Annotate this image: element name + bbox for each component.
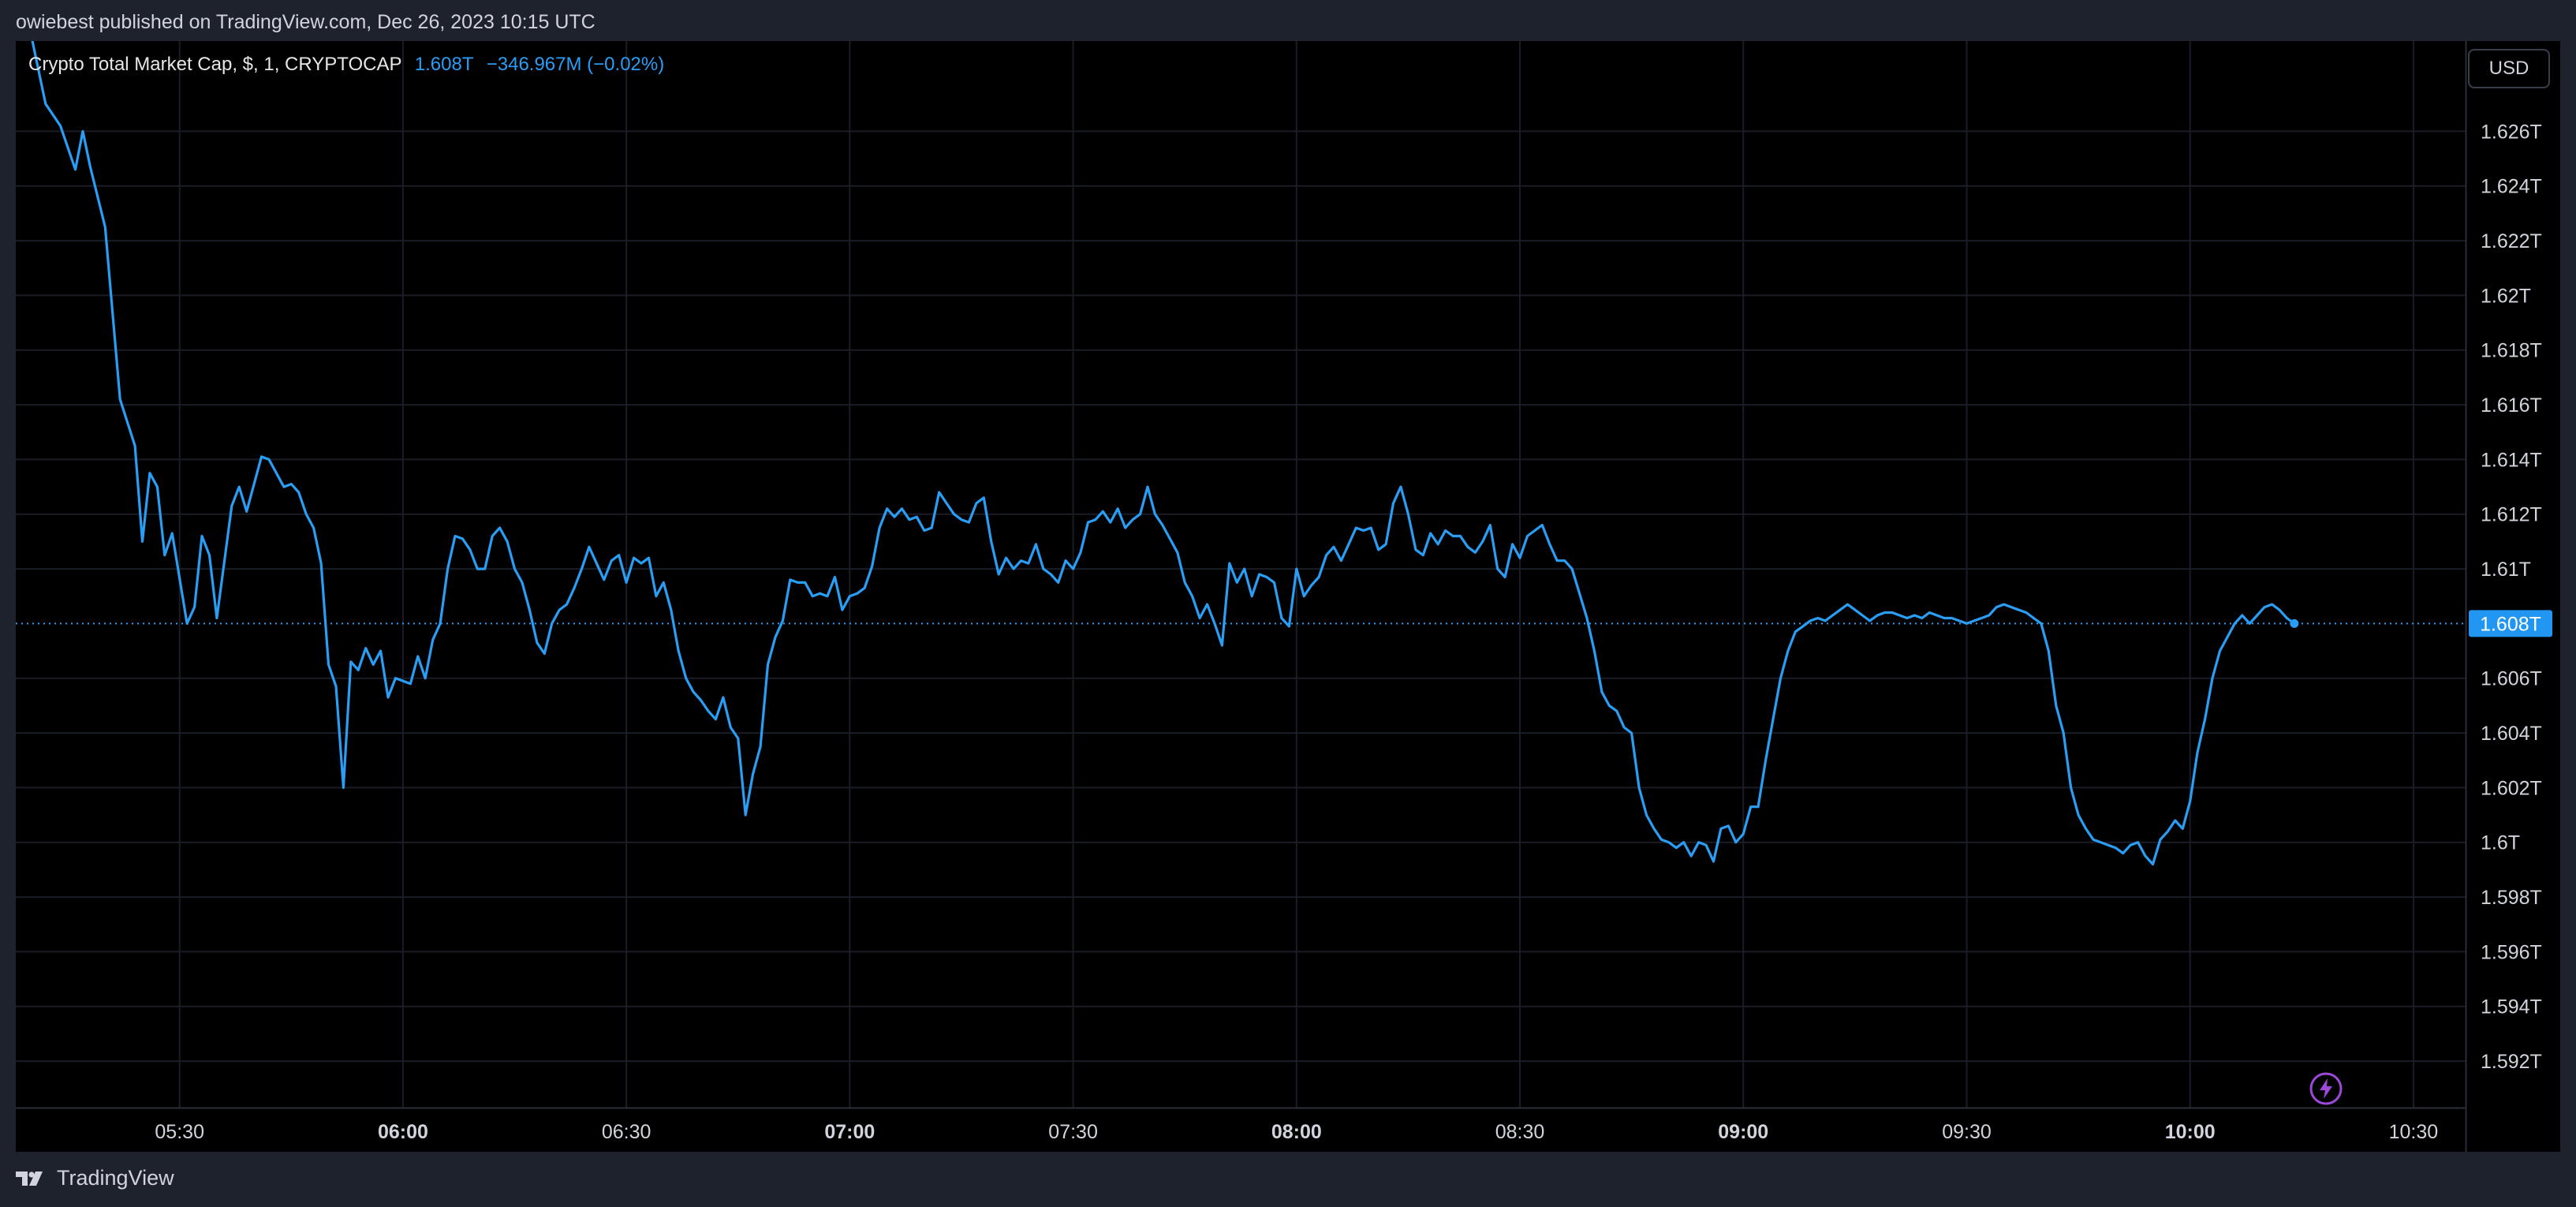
x-tick-label: 10:00 — [2165, 1121, 2216, 1143]
current-price-label: 1.608T — [2480, 613, 2541, 635]
legend-change: −346.967M (−0.02%) — [486, 54, 665, 75]
currency-button[interactable]: USD — [2468, 49, 2550, 88]
x-tick-label: 08:30 — [1495, 1121, 1545, 1143]
y-tick-label: 1.604T — [2481, 723, 2542, 745]
y-tick-label: 1.592T — [2481, 1051, 2542, 1073]
y-tick-label: 1.618T — [2481, 340, 2542, 362]
y-tick-label: 1.624T — [2481, 176, 2542, 198]
tradingview-logo-icon[interactable] — [16, 1169, 49, 1188]
x-tick-label: 07:30 — [1048, 1121, 1098, 1143]
y-tick-label: 1.626T — [2481, 121, 2542, 143]
y-tick-label: 1.616T — [2481, 394, 2542, 417]
price-line[interactable] — [31, 41, 2295, 866]
y-tick-label: 1.612T — [2481, 504, 2542, 526]
symbol-name[interactable]: Crypto Total Market Cap, $, 1, CRYPTOCAP — [28, 54, 401, 75]
y-tick-label: 1.606T — [2481, 668, 2542, 690]
y-tick-label: 1.622T — [2481, 230, 2542, 252]
footer: TradingView — [16, 1166, 174, 1190]
x-tick-label: 06:30 — [602, 1121, 651, 1143]
y-axis[interactable]: 1.626T 1.624T 1.622T 1.62T 1.618T 1.616T 1.614… — [2465, 41, 2560, 1152]
x-tick-label: 05:30 — [155, 1121, 204, 1143]
y-tick-label: 1.602T — [2481, 777, 2542, 799]
symbol-legend[interactable]: Crypto Total Market Cap, $, 1, CRYPTOCAP… — [28, 54, 664, 76]
y-tick-label: 1.614T — [2481, 449, 2542, 471]
x-tick-label: 06:00 — [378, 1121, 428, 1143]
y-tick-label: 1.594T — [2481, 996, 2542, 1018]
last-point-marker — [2290, 618, 2299, 628]
y-axis-background — [2466, 41, 2560, 1152]
series-layer — [31, 41, 2299, 866]
y-tick-label: 1.6T — [2481, 832, 2520, 854]
x-tick-label: 07:00 — [824, 1121, 875, 1143]
lightning-icon[interactable] — [2309, 1071, 2343, 1106]
x-axis[interactable]: 05:30 06:00 06:30 07:00 07:30 08:00 08:30 09:00… — [16, 1107, 2466, 1144]
y-tick-label: 1.598T — [2481, 887, 2542, 909]
x-tick-label: 09:30 — [1942, 1121, 1992, 1143]
y-tick-label: 1.61T — [2481, 559, 2531, 581]
y-tick-label: 1.596T — [2481, 941, 2542, 963]
y-tick-label: 1.62T — [2481, 285, 2531, 307]
legend-last-value: 1.608T — [414, 54, 474, 75]
x-tick-label: 10:30 — [2389, 1121, 2439, 1143]
x-tick-label: 08:00 — [1271, 1121, 1322, 1143]
x-tick-label: 09:00 — [1718, 1121, 1768, 1143]
published-by-text: owiebest published on TradingView.com, D… — [16, 11, 595, 33]
chart-panel[interactable]: 05:30 06:00 06:30 07:00 07:30 08:00 08:30 09:00… — [16, 41, 2560, 1152]
tradingview-brand[interactable]: TradingView — [57, 1166, 174, 1190]
price-chart[interactable]: 05:30 06:00 06:30 07:00 07:30 08:00 08:30 09:00… — [16, 41, 2560, 1152]
